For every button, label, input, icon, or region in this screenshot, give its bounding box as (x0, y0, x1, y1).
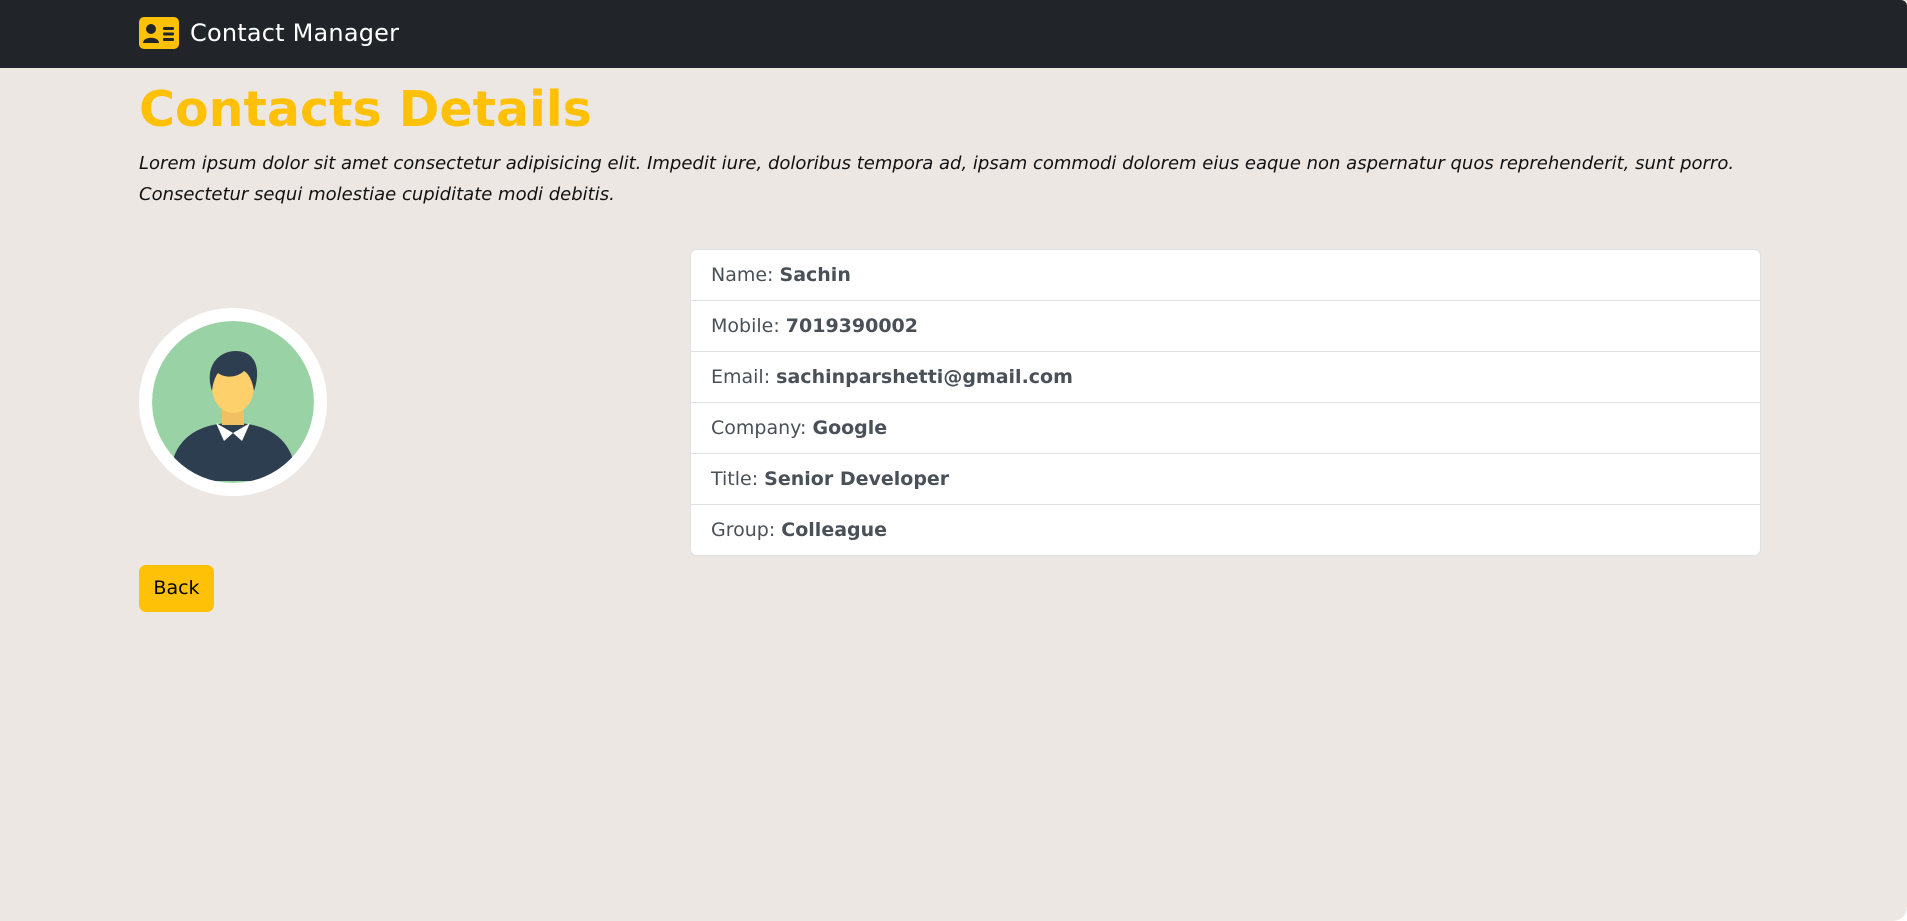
detail-value: Google (812, 417, 888, 439)
detail-row-company: Company: Google (691, 402, 1760, 453)
detail-label: Mobile: (711, 315, 780, 337)
page-description: Lorem ipsum dolor sit amet consectetur a… (139, 153, 1735, 205)
page-title: Contacts Details (139, 81, 592, 138)
detail-label: Company: (711, 417, 807, 439)
detail-label: Title: (711, 468, 759, 490)
address-card-icon (139, 17, 179, 49)
user-avatar-icon (152, 321, 314, 483)
detail-value: 7019390002 (785, 315, 918, 337)
detail-row-mobile: Mobile: 7019390002 (691, 300, 1760, 351)
detail-label: Email: (711, 366, 771, 388)
detail-value: Colleague (781, 519, 888, 541)
avatar (139, 308, 327, 496)
detail-row-title: Title: Senior Developer (691, 453, 1760, 504)
detail-row-email: Email: sachinparshetti@gmail.com (691, 351, 1760, 402)
detail-label: Name: (711, 264, 774, 286)
back-button[interactable]: Back (139, 565, 214, 612)
contact-details-list: Name: Sachin Mobile: 7019390002 Email: s… (690, 249, 1761, 556)
detail-value: sachinparshetti@gmail.com (776, 366, 1073, 388)
page-viewport: Contact Manager Contacts Details Lorem i… (0, 0, 1907, 921)
top-navbar: Contact Manager (0, 0, 1907, 68)
detail-row-name: Name: Sachin (691, 250, 1760, 300)
detail-value: Senior Developer (764, 468, 950, 490)
detail-label: Group: (711, 519, 776, 541)
brand-link[interactable]: Contact Manager (139, 15, 399, 51)
detail-value: Sachin (779, 264, 851, 286)
brand-label: Contact Manager (190, 19, 400, 47)
detail-row-group: Group: Colleague (691, 504, 1760, 555)
